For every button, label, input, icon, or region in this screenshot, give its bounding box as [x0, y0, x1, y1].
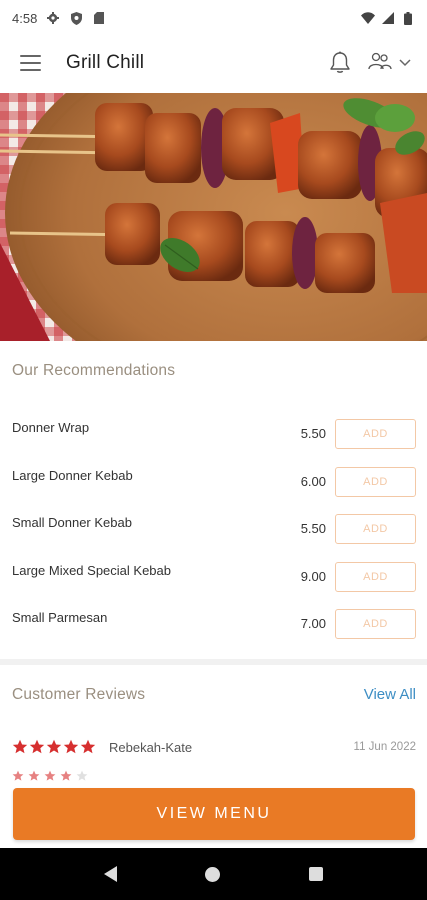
- gear-icon: [46, 11, 60, 25]
- status-time: 4:58: [12, 10, 38, 26]
- item-price: 5.50: [300, 426, 326, 441]
- add-button[interactable]: ADD: [335, 419, 416, 449]
- review-author: Rebekah-Kate: [109, 739, 193, 755]
- item-name: Small Donner Kebab: [12, 515, 132, 530]
- list-item: Small Parmesan 7.00 ADD: [0, 600, 427, 648]
- signal-icon: [381, 11, 395, 25]
- star-icon: [63, 739, 79, 754]
- add-button[interactable]: ADD: [335, 514, 416, 544]
- star-icon: [60, 770, 72, 781]
- review-date: 11 Jun 2022: [353, 741, 416, 753]
- page-title: Grill Chill: [66, 52, 145, 73]
- star-icon: [28, 770, 40, 781]
- star-icon: [46, 739, 62, 754]
- view-all-link[interactable]: View All: [364, 686, 416, 703]
- system-nav-bar: [0, 848, 427, 900]
- list-item: Small Donner Kebab 5.50 ADD: [0, 505, 427, 553]
- star-icon: [44, 770, 56, 781]
- wifi-icon: [361, 11, 375, 25]
- battery-icon: [401, 11, 415, 25]
- menu-icon[interactable]: [20, 51, 48, 75]
- section-divider: [0, 659, 427, 665]
- add-button[interactable]: ADD: [335, 561, 416, 592]
- item-price: 7.00: [300, 616, 326, 631]
- star-rating: [12, 739, 96, 755]
- item-name: Large Mixed Special Kebab: [12, 562, 171, 578]
- account-switcher[interactable]: [367, 51, 411, 76]
- item-name: Large Donner Kebab: [12, 467, 133, 483]
- bell-icon[interactable]: [327, 50, 353, 76]
- star-icon: [80, 739, 96, 754]
- add-button[interactable]: ADD: [335, 466, 416, 497]
- reviews-title: Customer Reviews: [12, 686, 146, 703]
- sd-card-icon: [92, 11, 106, 25]
- view-menu-button[interactable]: VIEW MENU: [13, 788, 415, 840]
- star-icon: [76, 770, 88, 781]
- add-button[interactable]: ADD: [335, 609, 416, 639]
- recommendations-list: Donner Wrap 5.50 ADD Large Donner Kebab …: [0, 410, 427, 648]
- review-item: Rebekah-Kate 11 Jun 2022: [12, 736, 416, 758]
- item-price: 5.50: [300, 521, 326, 536]
- item-price: 9.00: [300, 568, 326, 584]
- star-icon: [12, 770, 24, 781]
- back-icon[interactable]: [104, 866, 118, 882]
- chevron-down-icon: [399, 54, 411, 72]
- people-icon: [367, 51, 393, 76]
- list-item: Large Donner Kebab 6.00 ADD: [0, 458, 427, 506]
- app-bar: Grill Chill: [0, 36, 427, 90]
- list-item: Donner Wrap 5.50 ADD: [0, 410, 427, 458]
- star-icon: [12, 739, 28, 754]
- review-item-partial: [12, 770, 88, 786]
- item-price: 6.00: [300, 473, 326, 489]
- list-item: Large Mixed Special Kebab 9.00 ADD: [0, 553, 427, 601]
- hero-image: [0, 93, 427, 341]
- status-bar: 4:58: [0, 0, 427, 36]
- item-name: Donner Wrap: [12, 420, 90, 435]
- shield-icon: [69, 11, 83, 25]
- recommendations-title: Our Recommendations: [12, 362, 176, 379]
- recents-icon[interactable]: [308, 867, 323, 881]
- item-name: Small Parmesan: [12, 610, 108, 625]
- home-icon[interactable]: [205, 866, 221, 882]
- star-icon: [29, 739, 45, 754]
